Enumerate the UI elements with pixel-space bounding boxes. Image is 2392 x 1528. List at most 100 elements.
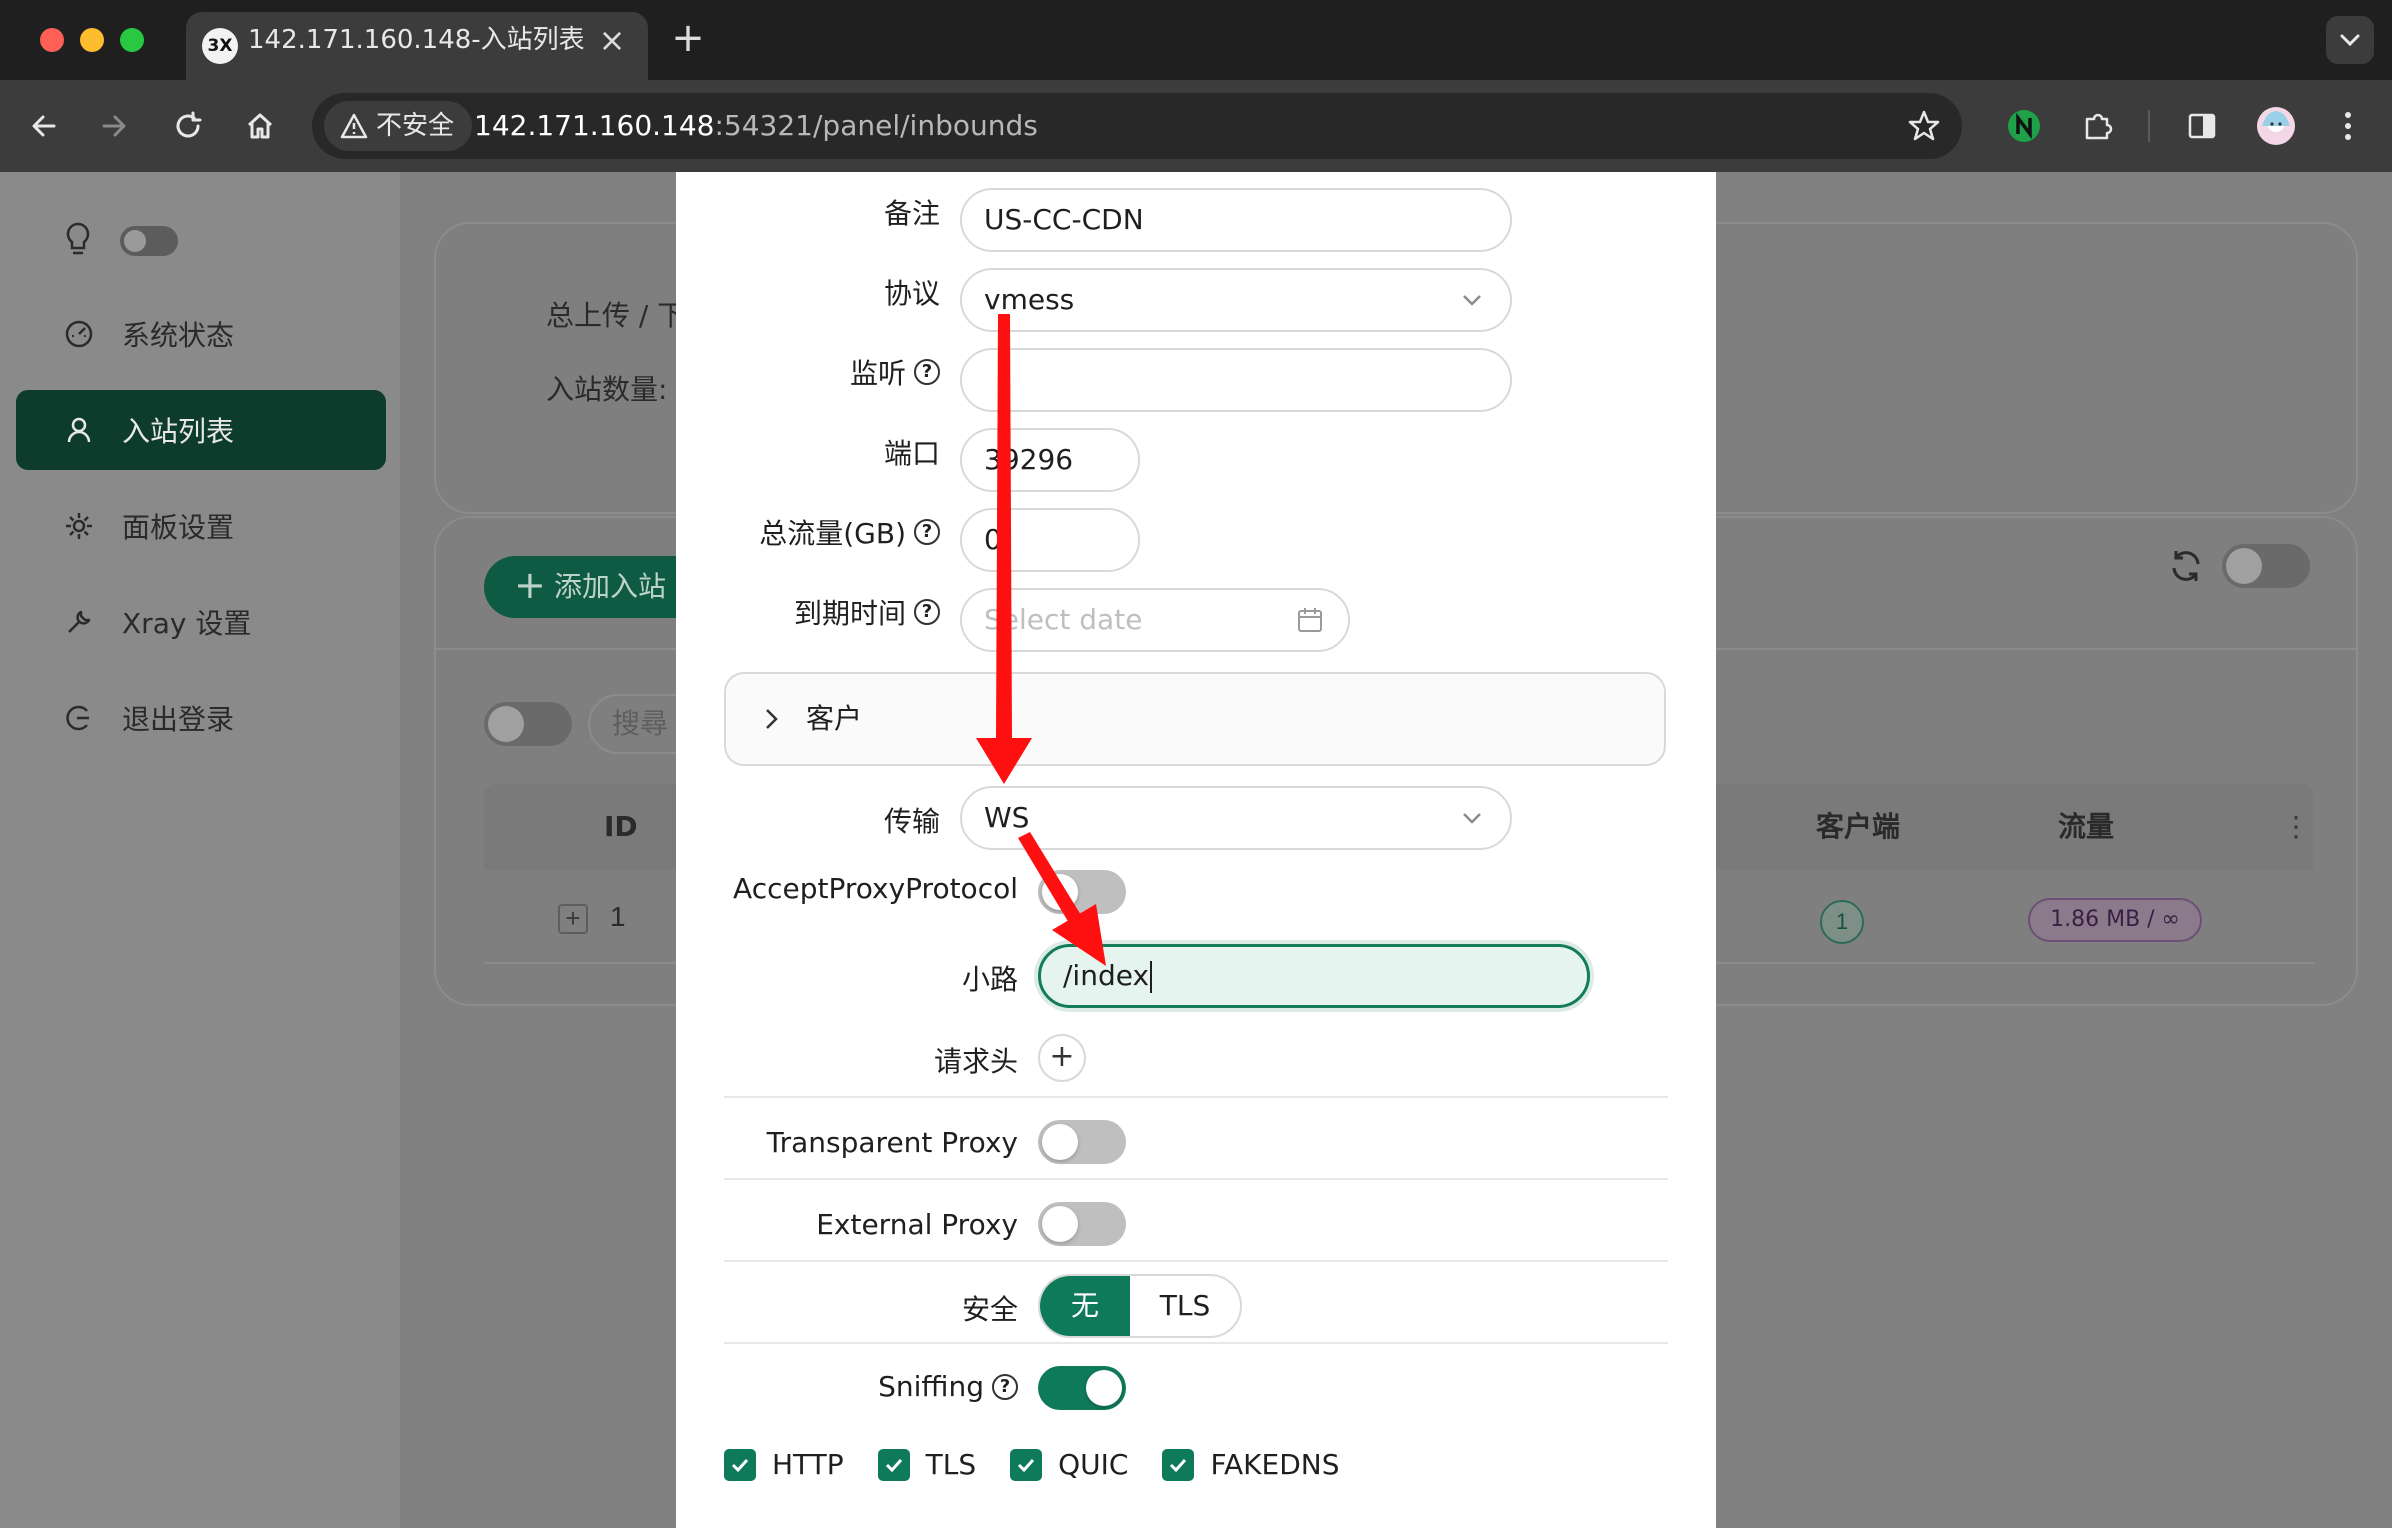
- path-input[interactable]: /index: [1038, 944, 1590, 1008]
- home-button[interactable]: [238, 104, 282, 148]
- sidebar-item-status[interactable]: 系统状态: [16, 294, 386, 374]
- sniffing-toggle[interactable]: [1038, 1366, 1126, 1410]
- security-option-tls[interactable]: TLS: [1130, 1276, 1240, 1336]
- transparent-proxy-toggle[interactable]: [1038, 1120, 1126, 1164]
- url-host: 142.171.160.148: [474, 109, 715, 142]
- back-button[interactable]: [22, 104, 66, 148]
- url-path: :54321/panel/inbounds: [714, 109, 1038, 142]
- avatar-icon: [2257, 107, 2295, 145]
- protocol-select[interactable]: vmess: [960, 268, 1512, 332]
- side-panel-button[interactable]: [2180, 104, 2224, 148]
- chevron-down-icon: [1463, 295, 1481, 306]
- extensions-button[interactable]: [2076, 104, 2120, 148]
- column-menu-icon[interactable]: ⋮: [2282, 810, 2310, 843]
- help-icon[interactable]: ?: [992, 1373, 1018, 1400]
- checkbox-tls[interactable]: TLS: [877, 1448, 977, 1481]
- expand-row-button[interactable]: +: [558, 904, 588, 934]
- new-tab-button[interactable]: +: [668, 18, 708, 58]
- path-value: /index: [1063, 959, 1150, 992]
- tab-close-icon[interactable]: ×: [594, 22, 630, 58]
- refresh-icon[interactable]: [2166, 546, 2206, 586]
- security-label: 安全: [961, 1293, 1018, 1326]
- calendar-icon: [1298, 608, 1322, 632]
- checkbox-label: TLS: [925, 1448, 977, 1481]
- external-proxy-row: External Proxy: [676, 1204, 1018, 1248]
- window-close-button[interactable]: [40, 28, 64, 52]
- search-input[interactable]: 搜尋: [588, 694, 688, 754]
- clients-collapse[interactable]: 客户: [724, 672, 1666, 766]
- bookmark-button[interactable]: [1902, 104, 1946, 148]
- help-icon[interactable]: ?: [914, 519, 940, 545]
- expiry-label: 到期时间?: [794, 592, 940, 632]
- total-traffic-label-text: 总流量(GB): [759, 517, 906, 550]
- request-header-row: 请求头: [676, 1036, 1018, 1080]
- sidebar: 系统状态 入站列表 面板设置 Xray 设置 退出登录: [0, 172, 400, 1528]
- gear-icon: [62, 509, 96, 543]
- auto-refresh-toggle[interactable]: [2222, 544, 2310, 588]
- remark-row: 备注: [676, 178, 940, 242]
- help-icon[interactable]: ?: [914, 359, 940, 385]
- security-option-none[interactable]: 无: [1040, 1276, 1130, 1336]
- help-icon[interactable]: ?: [914, 599, 940, 625]
- tab-search-button[interactable]: [2326, 16, 2374, 64]
- sidebar-item-label: 面板设置: [122, 511, 235, 544]
- checkmark-icon: [724, 1448, 756, 1481]
- accept-proxy-label: AcceptProxyProtocol: [733, 872, 1018, 905]
- total-traffic-input[interactable]: 0: [960, 508, 1140, 572]
- extension-n-icon: [2008, 110, 2040, 142]
- profile-avatar[interactable]: [2254, 104, 2298, 148]
- sidebar-item-panel-settings[interactable]: 面板设置: [16, 486, 386, 566]
- chevron-down-icon: [2340, 34, 2360, 47]
- sidebar-item-label: 系统状态: [122, 319, 235, 352]
- browser-menu-button[interactable]: [2326, 104, 2370, 148]
- external-proxy-toggle[interactable]: [1038, 1202, 1126, 1246]
- sidebar-item-logout[interactable]: 退出登录: [16, 678, 386, 758]
- divider: [724, 1260, 1668, 1262]
- security-chip[interactable]: 不安全: [324, 101, 472, 151]
- transport-select[interactable]: WS: [960, 786, 1512, 850]
- sniffing-label-text: Sniffing: [878, 1370, 984, 1403]
- forward-button[interactable]: [92, 104, 136, 148]
- add-inbound-button[interactable]: 添加入站: [484, 554, 704, 618]
- sidebar-item-inbounds[interactable]: 入站列表: [16, 390, 386, 470]
- clients-collapse-label: 客户: [806, 702, 863, 735]
- arrow-right-icon: [102, 115, 126, 137]
- extension-n-button[interactable]: [2002, 104, 2046, 148]
- checkbox-fakedns[interactable]: FAKEDNS: [1162, 1448, 1340, 1481]
- expiry-date-picker[interactable]: Select date: [960, 588, 1350, 652]
- listen-input[interactable]: [960, 348, 1512, 412]
- address-bar[interactable]: 不安全 142.171.160.148:54321/panel/inbounds: [312, 93, 1962, 159]
- total-traffic-label: 总流量(GB)?: [759, 512, 940, 552]
- chevron-down-icon: [1463, 813, 1481, 824]
- reload-icon: [176, 111, 202, 138]
- divider: [724, 1178, 1668, 1180]
- total-traffic-row: 总流量(GB)?: [676, 498, 940, 562]
- checkbox-label: HTTP: [772, 1448, 844, 1481]
- path-label: 小路: [961, 963, 1018, 996]
- dark-mode-toggle[interactable]: [120, 226, 178, 256]
- reload-button[interactable]: [166, 104, 210, 148]
- favicon-icon: 3X: [202, 28, 238, 64]
- transport-value: WS: [984, 801, 1030, 834]
- checkbox-label: QUIC: [1058, 1448, 1129, 1481]
- window-minimize-button[interactable]: [80, 28, 104, 52]
- remark-input[interactable]: US-CC-CDN: [960, 188, 1512, 252]
- logout-icon: [62, 701, 96, 735]
- accept-proxy-toggle[interactable]: [1038, 870, 1126, 914]
- url-text: 142.171.160.148:54321/panel/inbounds: [474, 93, 1038, 159]
- dashboard-icon: [62, 317, 96, 351]
- sniffing-label: Sniffing?: [878, 1370, 1018, 1403]
- user-icon: [62, 413, 96, 447]
- accept-proxy-row: AcceptProxyProtocol: [676, 868, 1018, 912]
- checkbox-quic[interactable]: QUIC: [1010, 1448, 1128, 1481]
- client-count-badge: 1: [1820, 900, 1864, 944]
- window-zoom-button[interactable]: [120, 28, 144, 52]
- add-request-header-button[interactable]: +: [1038, 1034, 1086, 1082]
- browser-tab-active[interactable]: 3X 142.171.160.148-入站列表 ×: [186, 12, 648, 80]
- sidebar-item-xray-settings[interactable]: Xray 设置: [16, 582, 386, 662]
- filter-toggle[interactable]: [484, 702, 572, 746]
- checkbox-http[interactable]: HTTP: [724, 1448, 844, 1481]
- expiry-row: 到期时间?: [676, 578, 940, 642]
- security-segmented: 无 TLS: [1038, 1274, 1242, 1338]
- port-input[interactable]: 39296: [960, 428, 1140, 492]
